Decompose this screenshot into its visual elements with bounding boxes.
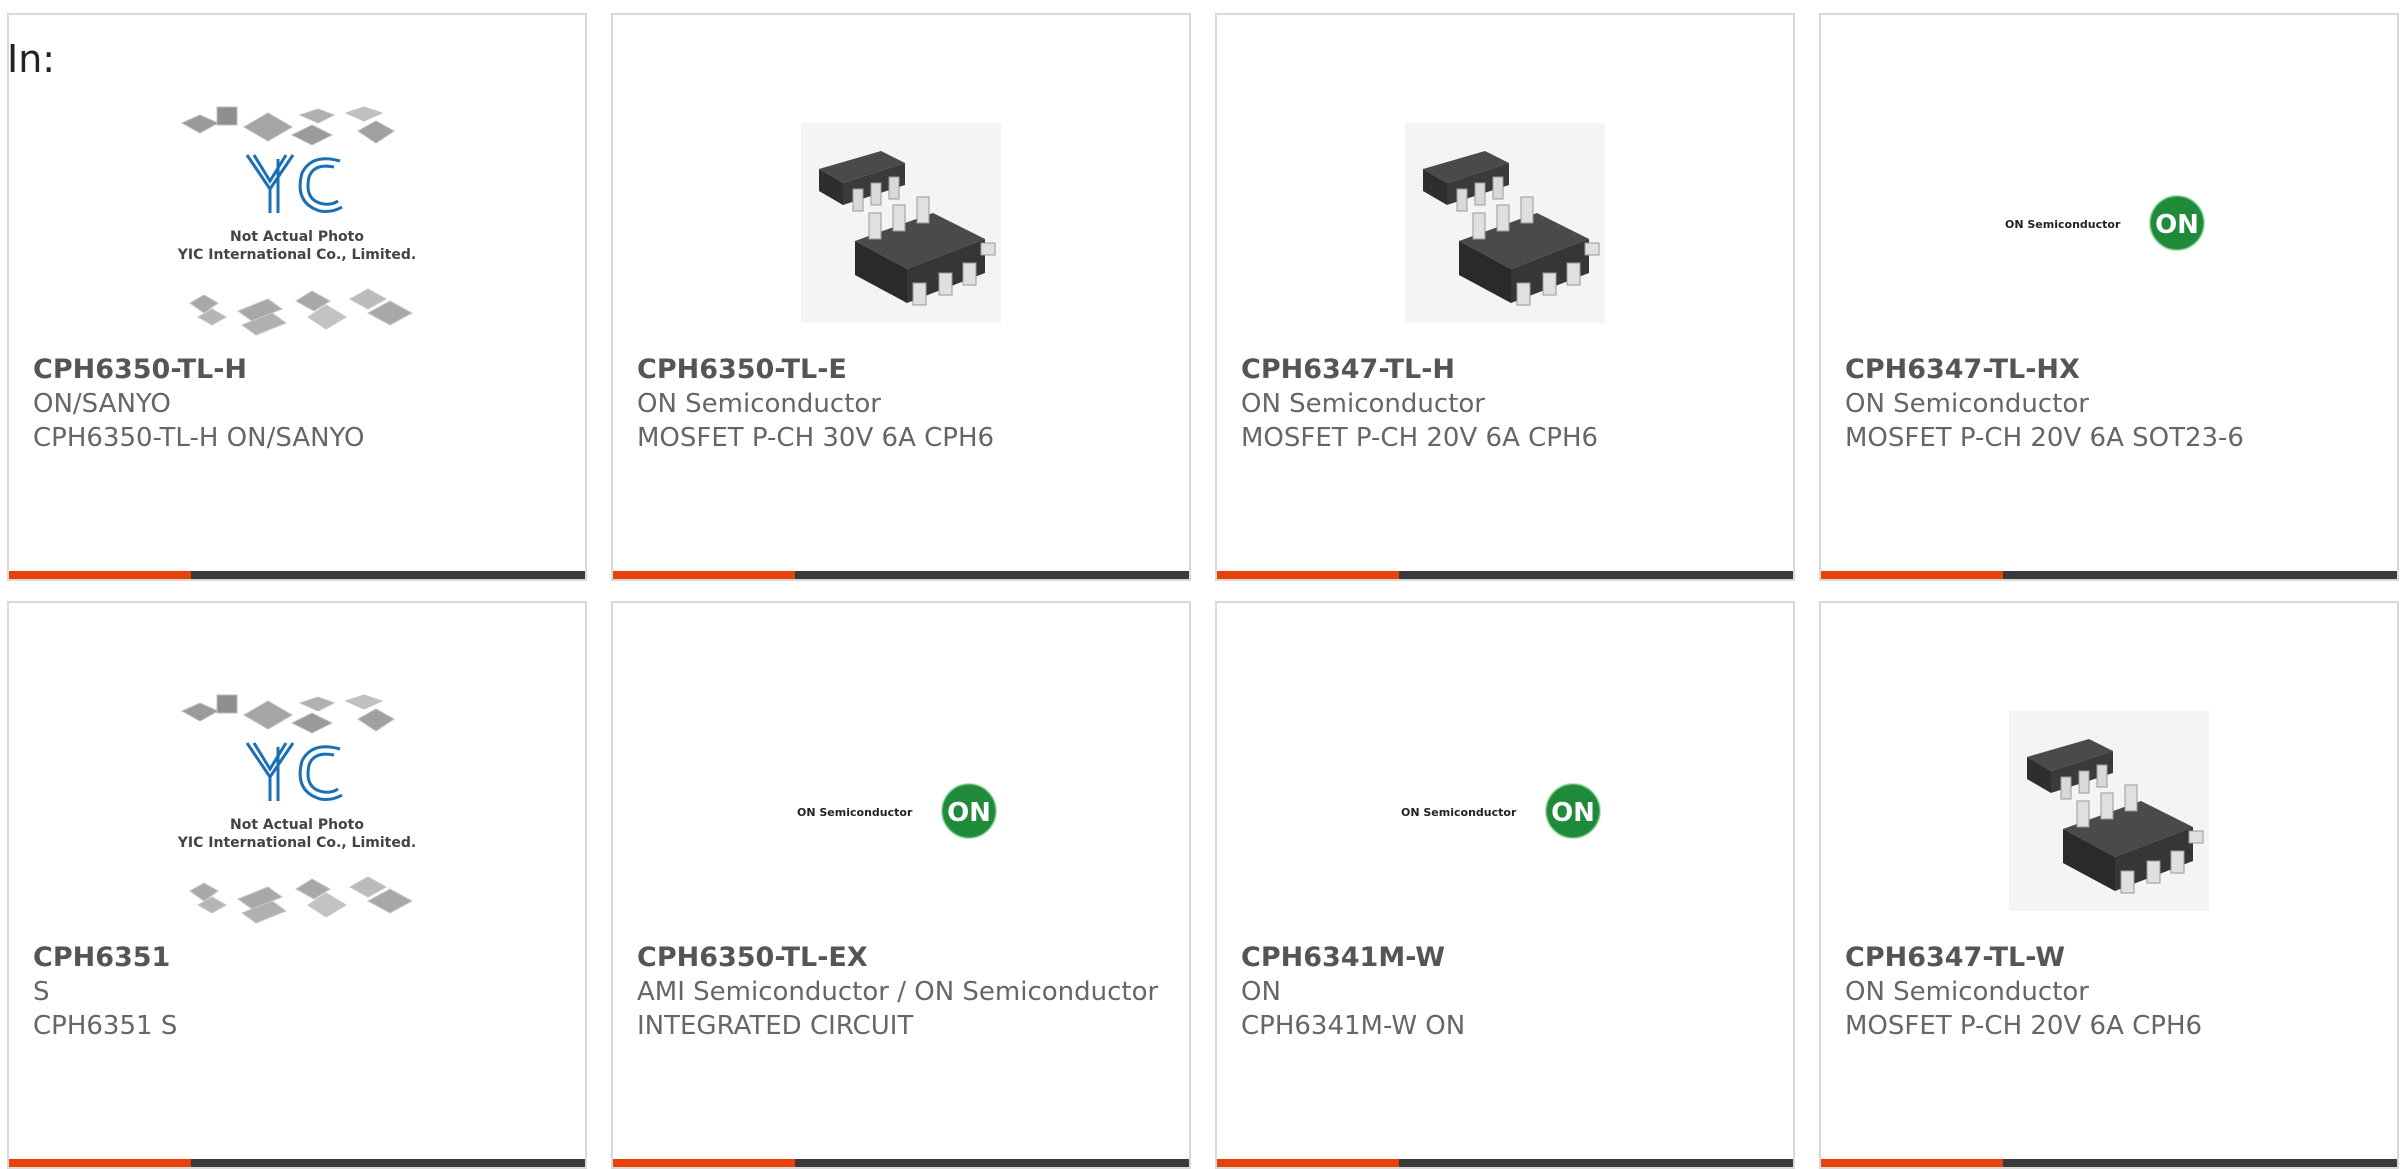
- description-label: CPH6350-TL-H ON/SANYO: [33, 423, 365, 453]
- manufacturer-label: ON/SANYO: [33, 389, 171, 419]
- product-info: CPH6341M-W ON CPH6341M-W ON: [1241, 941, 1773, 1043]
- svg-text:ON: ON: [947, 798, 991, 828]
- manufacturer-label: ON Semiconductor: [1241, 389, 1485, 419]
- product-card[interactable]: ON Semiconductor ON CPH6347-TL-HX ON Semi…: [1819, 13, 2399, 581]
- part-number-link[interactable]: CPH6347-TL-H: [1241, 353, 1773, 387]
- manufacturer-label: ON Semiconductor: [637, 389, 881, 419]
- part-number-link[interactable]: CPH6350-TL-EX: [637, 941, 1169, 975]
- product-info: CPH6347-TL-H ON Semiconductor MOSFET P-CH …: [1241, 353, 1773, 455]
- description-label: MOSFET P-CH 30V 6A CPH6: [637, 423, 995, 453]
- svg-text:YIC International Co., Limited: YIC International Co., Limited.: [177, 247, 416, 263]
- page-heading: In:: [7, 37, 56, 81]
- product-info: CPH6350-TL-EX AMI Semiconductor / ON Semi…: [637, 941, 1169, 1043]
- product-image[interactable]: ON Semiconductor ON: [1821, 93, 2397, 353]
- product-image[interactable]: ON Semiconductor ON: [1217, 681, 1793, 941]
- svg-text:Not Actual Photo: Not Actual Photo: [230, 817, 364, 833]
- manufacturer-label: ON Semiconductor: [1845, 977, 2089, 1007]
- description-label: MOSFET P-CH 20V 6A CPH6: [1845, 1011, 2203, 1041]
- svg-text:ON: ON: [2155, 210, 2199, 240]
- product-card[interactable]: CPH6350-TL-E ON Semiconductor MOSFET P-CH …: [611, 13, 1191, 581]
- chip-photo-image: [2009, 711, 2209, 911]
- product-card[interactable]: ON Semiconductor ON CPH6341M-W ON CPH6341M…: [1215, 601, 1795, 1169]
- not-actual-photo-image: Not Actual Photo YIC International Co., …: [177, 694, 416, 924]
- product-info: CPH6350-TL-H ON/SANYO CPH6350-TL-H ON/SANY…: [33, 353, 565, 455]
- manufacturer-label: S: [33, 977, 50, 1007]
- product-info: CPH6347-TL-W ON Semiconductor MOSFET P-CH …: [1845, 941, 2377, 1043]
- product-image[interactable]: [1217, 93, 1793, 353]
- part-number-link[interactable]: CPH6350-TL-E: [637, 353, 1169, 387]
- description-label: CPH6341M-W ON: [1241, 1011, 1466, 1041]
- card-accent-bar: [1821, 571, 2003, 579]
- description-label: MOSFET P-CH 20V 6A CPH6: [1241, 423, 1599, 453]
- product-card[interactable]: Not Actual Photo YIC International Co., …: [7, 601, 587, 1169]
- card-bottom-bar: [1821, 571, 2397, 579]
- product-info: CPH6350-TL-E ON Semiconductor MOSFET P-CH …: [637, 353, 1169, 455]
- card-accent-bar: [9, 1159, 191, 1167]
- card-bottom-bar: [1217, 1159, 1793, 1167]
- not-actual-photo-image: Not Actual Photo YIC International Co., …: [177, 106, 416, 336]
- card-bottom-bar: [613, 1159, 1189, 1167]
- card-bottom-bar: [1821, 1159, 2397, 1167]
- svg-text:Not Actual Photo: Not Actual Photo: [230, 229, 364, 245]
- part-number-link[interactable]: CPH6350-TL-H: [33, 353, 565, 387]
- product-grid: Not Actual Photo YIC International Co., …: [7, 13, 2400, 1169]
- product-card[interactable]: CPH6347-TL-W ON Semiconductor MOSFET P-CH …: [1819, 601, 2399, 1169]
- manufacturer-label: ON Semiconductor: [1845, 389, 2089, 419]
- product-info: CPH6351 S CPH6351 S: [33, 941, 565, 1043]
- svg-text:YIC International Co., Limited: YIC International Co., Limited.: [177, 835, 416, 851]
- chip-photo-image: [801, 123, 1001, 323]
- manufacturer-label: AMI Semiconductor / ON Semiconductor: [637, 977, 1159, 1007]
- card-accent-bar: [1217, 1159, 1399, 1167]
- product-image[interactable]: Not Actual Photo YIC International Co., …: [9, 681, 585, 941]
- on-semiconductor-logo-image: ON Semiconductor ON: [2005, 195, 2205, 251]
- manufacturer-label: ON: [1241, 977, 1281, 1007]
- on-semiconductor-logo-image: ON Semiconductor ON: [1401, 783, 1601, 839]
- card-accent-bar: [1217, 571, 1399, 579]
- chip-photo-image: [1405, 123, 1605, 323]
- svg-text:ON Semiconductor: ON Semiconductor: [1401, 806, 1517, 819]
- card-accent-bar: [9, 571, 191, 579]
- svg-text:ON Semiconductor: ON Semiconductor: [797, 806, 913, 819]
- part-number-link[interactable]: CPH6351: [33, 941, 565, 975]
- svg-text:ON Semiconductor: ON Semiconductor: [2005, 218, 2121, 231]
- product-card[interactable]: ON Semiconductor ON CPH6350-TL-EX AMI Sem…: [611, 601, 1191, 1169]
- description-label: INTEGRATED CIRCUIT: [637, 1011, 914, 1041]
- part-number-link[interactable]: CPH6347-TL-W: [1845, 941, 2377, 975]
- card-bottom-bar: [1217, 571, 1793, 579]
- product-image[interactable]: Not Actual Photo YIC International Co., …: [9, 93, 585, 353]
- product-image[interactable]: [613, 93, 1189, 353]
- on-semiconductor-logo-image: ON Semiconductor ON: [797, 783, 997, 839]
- product-image[interactable]: [1821, 681, 2397, 941]
- card-bottom-bar: [613, 571, 1189, 579]
- part-number-link[interactable]: CPH6347-TL-HX: [1845, 353, 2377, 387]
- part-number-link[interactable]: CPH6341M-W: [1241, 941, 1773, 975]
- card-bottom-bar: [9, 1159, 585, 1167]
- card-bottom-bar: [9, 571, 585, 579]
- product-card[interactable]: Not Actual Photo YIC International Co., …: [7, 13, 587, 581]
- svg-text:ON: ON: [1551, 798, 1595, 828]
- card-accent-bar: [1821, 1159, 2003, 1167]
- description-label: CPH6351 S: [33, 1011, 178, 1041]
- product-image[interactable]: ON Semiconductor ON: [613, 681, 1189, 941]
- product-card[interactable]: CPH6347-TL-H ON Semiconductor MOSFET P-CH …: [1215, 13, 1795, 581]
- product-info: CPH6347-TL-HX ON Semiconductor MOSFET P-CH…: [1845, 353, 2377, 455]
- card-accent-bar: [613, 571, 795, 579]
- description-label: MOSFET P-CH 20V 6A SOT23-6: [1845, 423, 2244, 453]
- card-accent-bar: [613, 1159, 795, 1167]
